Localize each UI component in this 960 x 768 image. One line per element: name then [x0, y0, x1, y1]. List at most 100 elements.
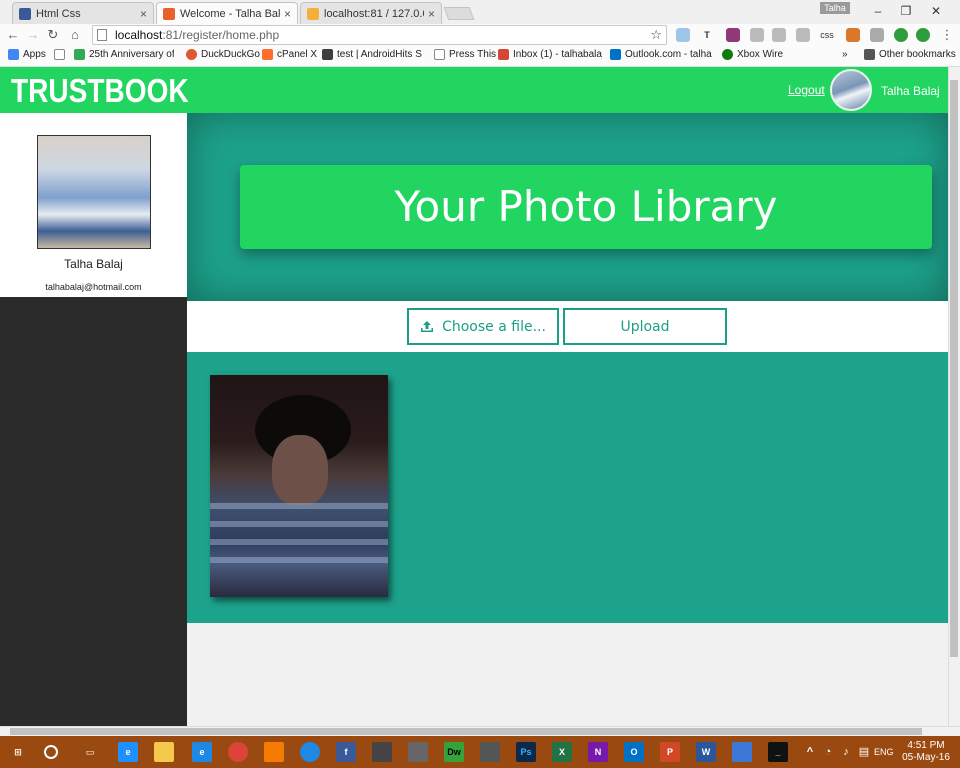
- bookmark-page[interactable]: [54, 49, 69, 60]
- facebook-icon: [19, 7, 31, 20]
- home-icon[interactable]: ⌂: [66, 26, 84, 44]
- messenger-icon[interactable]: [300, 742, 320, 762]
- profile-chip[interactable]: Talha: [820, 2, 850, 14]
- extension-icon[interactable]: [726, 28, 740, 42]
- cmd-icon[interactable]: _: [768, 742, 788, 762]
- language-indicator[interactable]: ENG: [874, 747, 894, 757]
- wifi-icon[interactable]: ◔: [818, 742, 838, 762]
- extension-icon[interactable]: [750, 28, 764, 42]
- notifications-icon[interactable]: ▤: [854, 742, 874, 762]
- onenote-icon[interactable]: N: [588, 742, 608, 762]
- bookmark-xbox[interactable]: Xbox Wire: [722, 49, 783, 60]
- menu-icon[interactable]: ⋮: [938, 26, 956, 44]
- choose-file-button[interactable]: Choose a file...: [407, 308, 559, 345]
- skype-icon[interactable]: [772, 28, 786, 42]
- windows-taskbar: ⊞ ▭ e e f Dw Ps X N O P W _ ^ ◔ ♪ ▤ ENG …: [0, 736, 960, 768]
- clock-time: 4:51 PM: [907, 740, 945, 751]
- volume-icon[interactable]: ♪: [836, 742, 856, 762]
- bookmark-cpanel[interactable]: cPanel X: [262, 49, 317, 60]
- horizontal-scrollbar-thumb[interactable]: [10, 728, 922, 735]
- new-tab-button[interactable]: [443, 7, 475, 20]
- chrome-icon[interactable]: [228, 742, 248, 762]
- app-icon[interactable]: [480, 742, 500, 762]
- bookmark-slack[interactable]: test | AndroidHits Slac: [322, 49, 422, 60]
- css-icon[interactable]: css: [820, 28, 834, 42]
- shield-icon[interactable]: [870, 28, 884, 42]
- nav-username[interactable]: Talha Balaj: [881, 84, 940, 98]
- extension-t-icon[interactable]: T: [700, 28, 714, 42]
- windows-start-icon[interactable]: ⊞: [8, 742, 28, 762]
- vscode-icon[interactable]: [732, 742, 752, 762]
- reload-icon[interactable]: ↻: [44, 26, 62, 44]
- tab-html-css[interactable]: Html Css ×: [12, 2, 154, 24]
- ie-icon[interactable]: e: [192, 742, 212, 762]
- word-icon[interactable]: W: [696, 742, 716, 762]
- extension-icon[interactable]: [796, 28, 810, 42]
- bookmark-other[interactable]: Other bookmarks: [864, 49, 956, 60]
- extension-icon[interactable]: [894, 28, 908, 42]
- dreamweaver-icon[interactable]: Dw: [444, 742, 464, 762]
- bookmark-gmail[interactable]: Inbox (1) - talhabalaj: [498, 49, 602, 60]
- extension-icon[interactable]: [916, 28, 930, 42]
- tray-chevron-icon[interactable]: ^: [800, 742, 820, 762]
- app-icon[interactable]: [408, 742, 428, 762]
- extension-icon[interactable]: [676, 28, 690, 42]
- browser-toolbar: ← → ↻ ⌂ localhost:81/register/home.php ☆…: [0, 24, 960, 46]
- photo-gallery: [187, 352, 948, 623]
- hero-banner: Your Photo Library: [240, 165, 932, 249]
- apps-icon: [8, 49, 19, 60]
- clock[interactable]: 4:51 PM 05-May-16: [900, 740, 952, 764]
- hero-section: Your Photo Library: [187, 113, 948, 301]
- outlook-icon[interactable]: O: [624, 742, 644, 762]
- forward-icon[interactable]: →: [24, 26, 42, 44]
- back-icon[interactable]: ←: [4, 26, 22, 44]
- upload-icon: [421, 321, 434, 332]
- facebook-icon[interactable]: f: [336, 742, 356, 762]
- edge-icon[interactable]: e: [118, 742, 138, 762]
- upload-bar: Choose a file... Upload: [187, 301, 948, 352]
- clock-date: 05-May-16: [902, 752, 950, 763]
- folder-icon[interactable]: [154, 742, 174, 762]
- logout-link[interactable]: Logout: [788, 83, 825, 97]
- top-navbar: TRUSTBOOK Logout Talha Balaj: [0, 67, 948, 113]
- bookmark-label: Inbox (1) - talhabalaj: [513, 49, 602, 60]
- bookmark-outlook[interactable]: Outlook.com - talhab: [610, 49, 712, 60]
- restore-icon[interactable]: ❐: [892, 0, 920, 22]
- task-view-icon[interactable]: ▭: [80, 742, 100, 762]
- bookmark-google[interactable]: 25th Anniversary of S: [74, 49, 174, 60]
- bookmarks-bar: Apps 25th Anniversary of S DuckDuckGo cP…: [0, 46, 960, 67]
- tab-welcome[interactable]: Welcome - Talha Balaj ×: [156, 2, 298, 24]
- outlook-icon: [610, 49, 621, 60]
- bookmark-apps[interactable]: Apps: [8, 49, 46, 60]
- address-bar[interactable]: localhost:81/register/home.php ☆: [92, 25, 667, 45]
- excel-icon[interactable]: X: [552, 742, 572, 762]
- avatar[interactable]: [830, 69, 872, 111]
- profile-name: Talha Balaj: [64, 257, 123, 271]
- tab-title: Welcome - Talha Balaj: [180, 7, 280, 20]
- search-icon[interactable]: [44, 745, 58, 759]
- photoshop-icon[interactable]: Ps: [516, 742, 536, 762]
- bookmark-duckduckgo[interactable]: DuckDuckGo: [186, 49, 260, 60]
- powerpoint-icon[interactable]: P: [660, 742, 680, 762]
- more-bookmarks[interactable]: »: [842, 49, 848, 60]
- window-close-icon[interactable]: ✕: [922, 0, 950, 22]
- page-icon: [54, 49, 65, 60]
- minimize-icon[interactable]: –: [864, 0, 892, 22]
- url-host: localhost: [115, 28, 163, 42]
- store-icon[interactable]: [372, 742, 392, 762]
- close-icon[interactable]: ×: [284, 7, 291, 21]
- vlc-icon[interactable]: [264, 742, 284, 762]
- bookmark-star-icon[interactable]: ☆: [650, 27, 662, 43]
- brand-logo[interactable]: TRUSTBOOK: [11, 72, 189, 110]
- vertical-scrollbar-thumb[interactable]: [950, 80, 958, 657]
- upload-button[interactable]: Upload: [563, 308, 727, 345]
- bookmark-label: Apps: [23, 49, 46, 60]
- bookmark-label: Outlook.com - talhab: [625, 49, 712, 60]
- bookmark-press-this[interactable]: Press This: [434, 49, 496, 60]
- tab-phpmyadmin[interactable]: localhost:81 / 127.0.0.1 / ×: [300, 2, 442, 24]
- close-icon[interactable]: ×: [140, 7, 147, 21]
- xbox-icon: [722, 49, 733, 60]
- close-icon[interactable]: ×: [428, 7, 435, 21]
- extension-icon[interactable]: [846, 28, 860, 42]
- gallery-photo[interactable]: [210, 375, 388, 597]
